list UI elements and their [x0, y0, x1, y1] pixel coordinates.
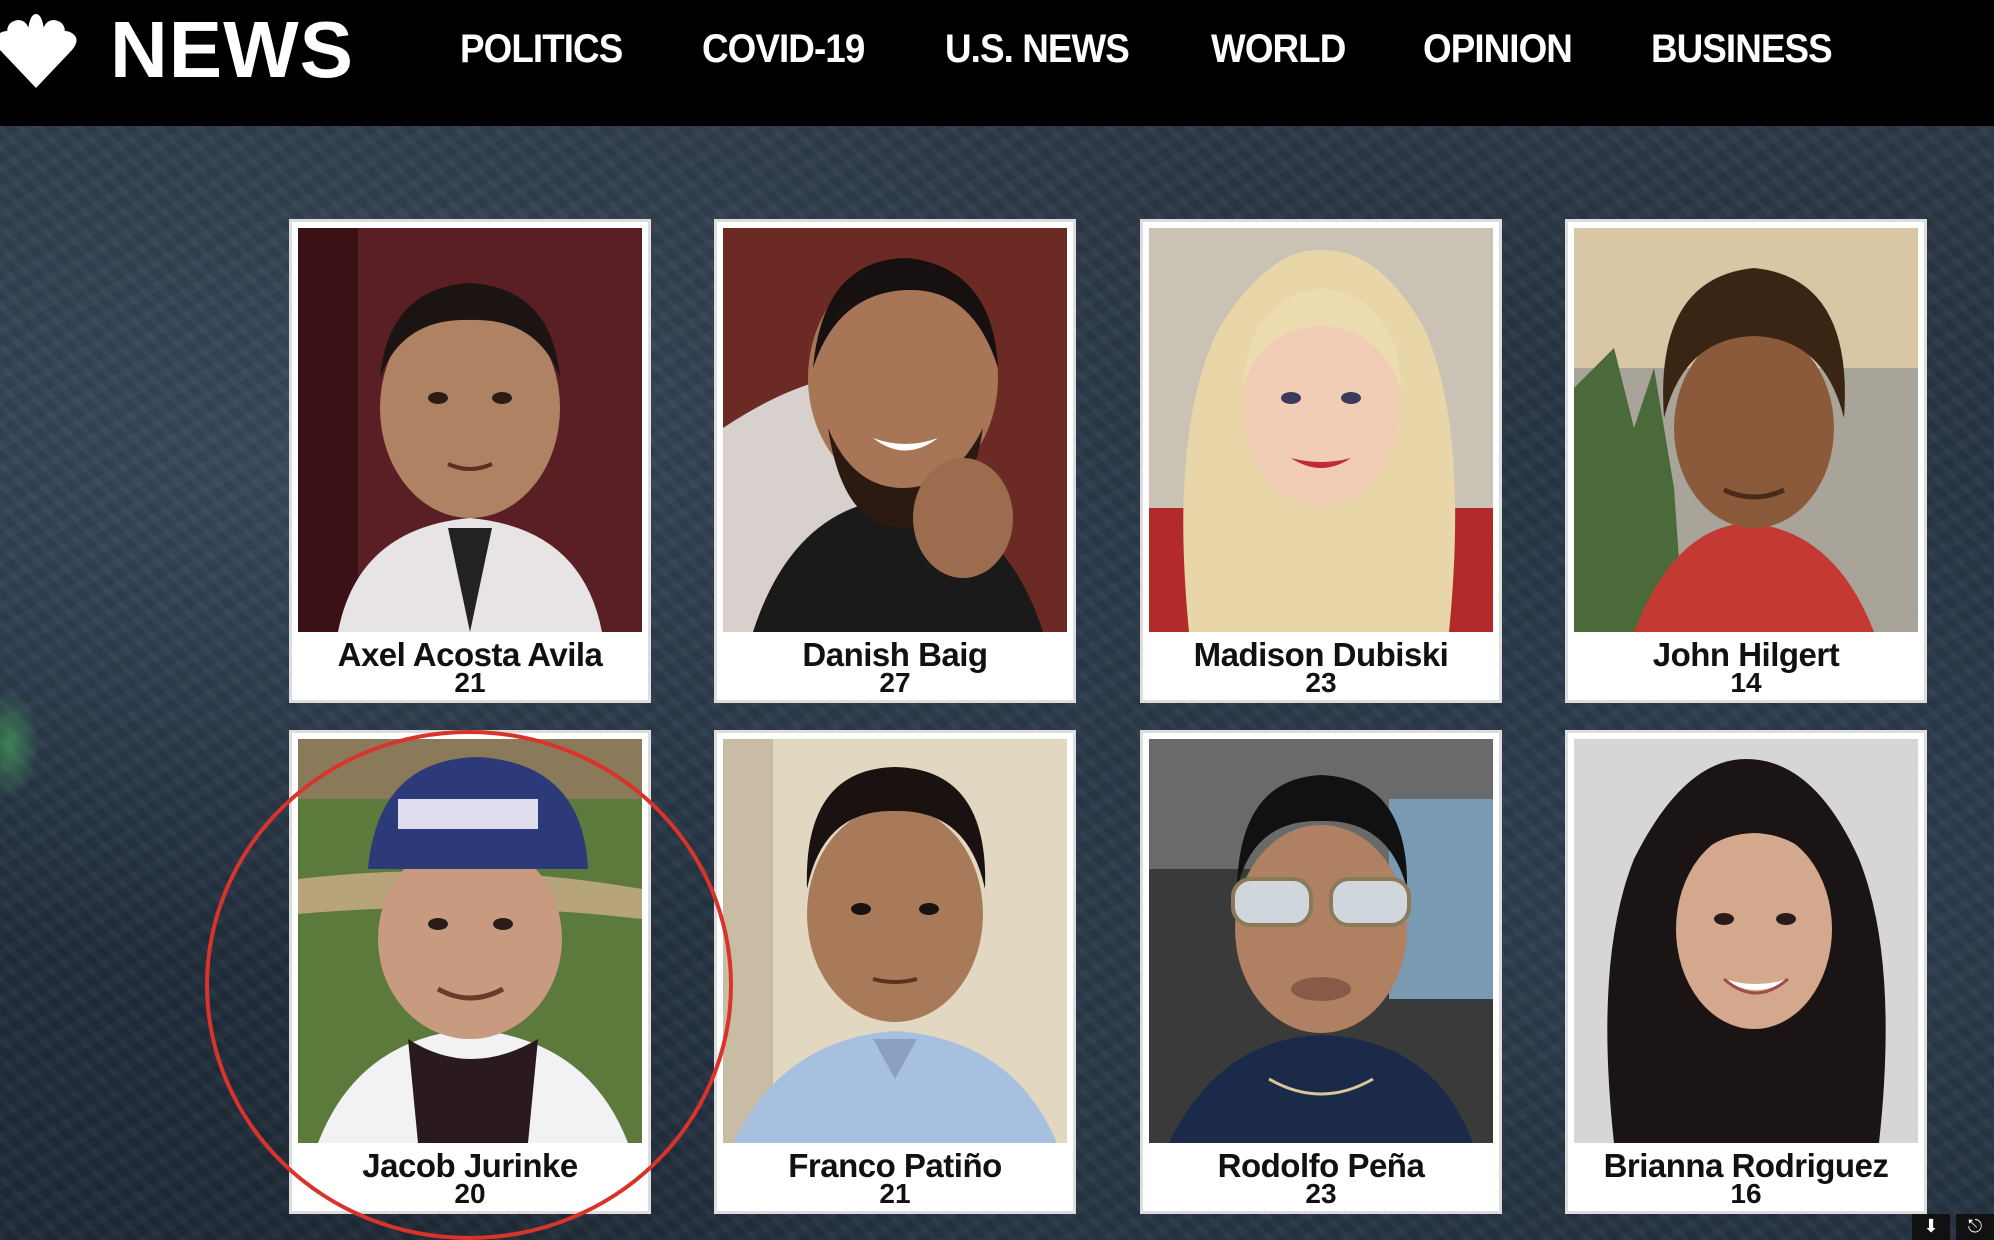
- victim-card: Rodolfo Peña 23: [1140, 730, 1502, 1214]
- victim-card: Axel Acosta Avila 21: [289, 219, 651, 703]
- portrait-photo: [1574, 739, 1918, 1143]
- corner-controls: ⬇ ⎋: [1906, 1214, 1994, 1240]
- portrait-photo: [298, 739, 642, 1143]
- victim-age: 14: [1730, 667, 1762, 698]
- victim-photo-grid: Axel Acosta Avila 21 Danish Baig 27 Madi…: [0, 0, 1994, 1240]
- victim-age: 20: [454, 1178, 486, 1209]
- share-icon[interactable]: ⎋: [1956, 1214, 1994, 1240]
- victim-card: Jacob Jurinke 20: [289, 730, 651, 1214]
- victim-age: 16: [1730, 1178, 1762, 1209]
- victim-card: Danish Baig 27: [714, 219, 1076, 703]
- victim-age: 23: [1305, 1178, 1337, 1209]
- victim-card: Franco Patiño 21: [714, 730, 1076, 1214]
- portrait-photo: [1149, 739, 1493, 1143]
- victim-card: Madison Dubiski 23: [1140, 219, 1502, 703]
- victim-card: Brianna Rodriguez 16: [1565, 730, 1927, 1214]
- portrait-photo: [1149, 228, 1493, 632]
- download-icon[interactable]: ⬇: [1912, 1214, 1950, 1240]
- portrait-photo: [298, 228, 642, 632]
- portrait-photo: [723, 739, 1067, 1143]
- victim-age: 27: [879, 667, 911, 698]
- portrait-photo: [1574, 228, 1918, 632]
- victim-card: John Hilgert 14: [1565, 219, 1927, 703]
- victim-age: 21: [879, 1178, 911, 1209]
- portrait-photo: [723, 228, 1067, 632]
- victim-age: 23: [1305, 667, 1337, 698]
- victim-age: 21: [454, 667, 486, 698]
